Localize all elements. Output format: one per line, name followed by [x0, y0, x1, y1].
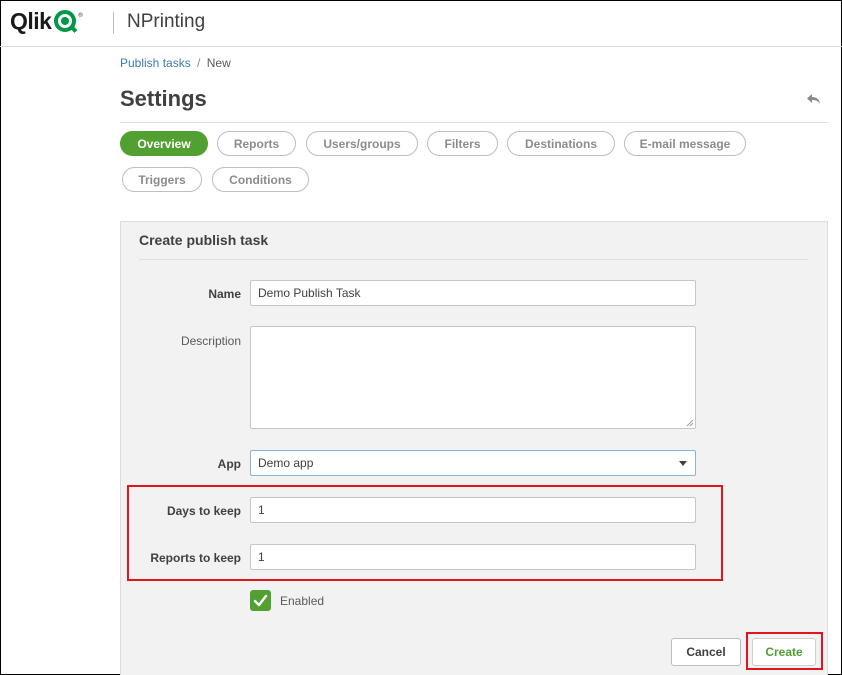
breadcrumb-publish-tasks[interactable]: Publish tasks — [120, 56, 191, 70]
breadcrumb: Publish tasks / New — [120, 56, 231, 70]
description-textarea[interactable] — [250, 326, 696, 429]
undo-arrow-icon[interactable] — [805, 90, 823, 108]
tab-destinations[interactable]: Destinations — [507, 131, 615, 156]
logo-text: Qlik — [10, 7, 52, 34]
title-rule — [120, 122, 828, 123]
checkmark-icon — [253, 594, 268, 607]
chevron-down-icon — [679, 461, 687, 466]
product-name: NPrinting — [127, 11, 206, 32]
page-title: Settings — [120, 86, 207, 111]
app-select-value: Demo app — [258, 456, 314, 470]
cancel-button[interactable]: Cancel — [671, 638, 741, 666]
panel-rule — [139, 259, 808, 260]
tab-conditions[interactable]: Conditions — [212, 167, 309, 192]
description-label: Description — [180, 334, 241, 348]
reports-to-keep-input[interactable] — [250, 544, 696, 570]
breadcrumb-separator: / — [197, 56, 201, 70]
qlik-q-icon — [54, 10, 78, 33]
app-select[interactable]: Demo app — [250, 450, 696, 476]
tab-reports[interactable]: Reports — [217, 131, 296, 156]
name-label: Name — [208, 287, 241, 301]
app-header: Qlik ® NPrinting — [0, 0, 842, 46]
create-button[interactable]: Create — [752, 638, 816, 666]
header-rule — [0, 46, 842, 47]
qlik-logo[interactable]: Qlik ® — [10, 8, 83, 34]
enabled-checkbox[interactable] — [250, 590, 271, 611]
logo-trademark: ® — [77, 11, 84, 19]
enabled-label: Enabled — [280, 594, 325, 608]
days-to-keep-input[interactable] — [250, 497, 696, 523]
tab-triggers[interactable]: Triggers — [122, 167, 202, 192]
panel-title: Create publish task — [139, 232, 269, 248]
tab-users-groups[interactable]: Users/groups — [306, 131, 418, 156]
tab-filters[interactable]: Filters — [427, 131, 498, 156]
days-to-keep-label: Days to keep — [166, 504, 241, 518]
tab-email-message[interactable]: E-mail message — [624, 131, 746, 156]
name-input[interactable] — [250, 280, 696, 306]
tab-overview[interactable]: Overview — [120, 131, 208, 156]
breadcrumb-current: New — [206, 56, 231, 70]
reports-to-keep-label: Reports to keep — [150, 551, 241, 565]
app-label: App — [217, 457, 241, 471]
header-divider — [113, 12, 114, 34]
